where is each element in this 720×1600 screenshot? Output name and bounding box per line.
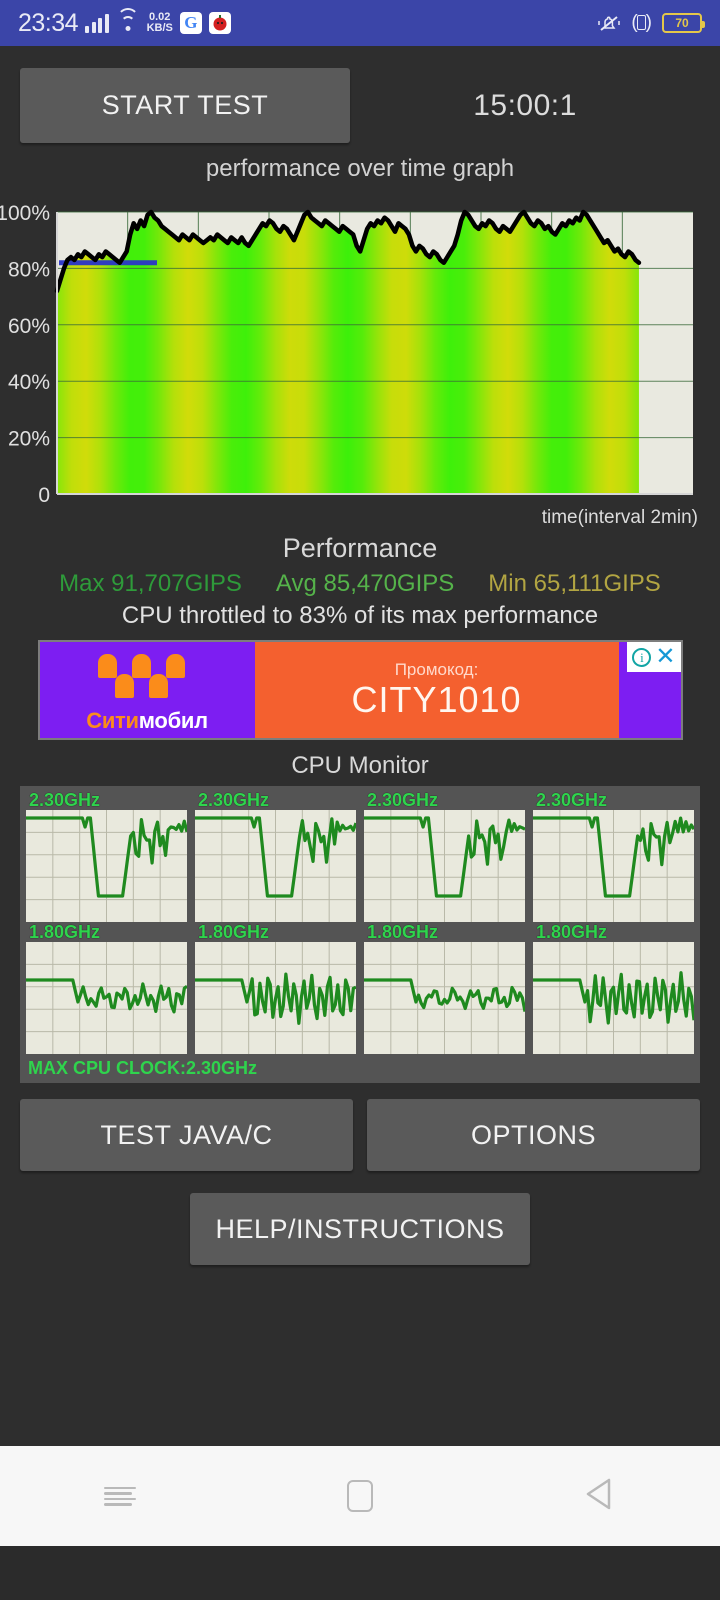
cpu-monitor-heading: CPU Monitor — [291, 752, 429, 779]
cpu-core-frequency-label: 1.80GHz — [29, 922, 101, 942]
chart-xaxis-label: time(interval 2min) — [541, 507, 698, 528]
recents-button[interactable] — [60, 1466, 180, 1526]
performance-avg: Avg 85,470GIPS — [275, 570, 455, 597]
ad-promo-label: Промокод: — [394, 660, 479, 679]
svg-text:40%: 40% — [8, 371, 50, 394]
cpu-core-frequency-label: 2.30GHz — [367, 790, 439, 810]
menu-icon — [104, 1484, 136, 1509]
cpu-core-graph — [364, 942, 525, 1054]
home-button[interactable] — [300, 1466, 420, 1526]
start-test-button[interactable]: START TEST — [20, 68, 350, 143]
ad-houses-icon — [40, 650, 255, 698]
help-instructions-button[interactable]: HELP/INSTRUCTIONS — [190, 1193, 530, 1265]
cpu-row-top: 2.30GHz 2.30GHz 2.30GHz 2.30GHz — [26, 790, 694, 922]
throttle-note: CPU throttled to 83% of its max performa… — [121, 602, 599, 629]
svg-text:20%: 20% — [8, 428, 50, 451]
status-bar-right: () 70 — [598, 12, 705, 34]
battery-indicator: 70 — [662, 13, 705, 33]
network-speed-unit: KB/S — [146, 22, 173, 34]
cpu-core-5: 1.80GHz — [195, 922, 356, 1054]
system-navigation-bar — [0, 1446, 720, 1546]
cpu-core-graph — [533, 810, 694, 922]
app-badge-icon — [208, 12, 231, 34]
performance-max: Max 91,707GIPS — [59, 570, 242, 597]
status-bar: 23:34 0.02 KB/S G () 70 — [0, 0, 720, 46]
ad-controls: i ✕ — [627, 642, 681, 672]
status-bar-left: 23:34 0.02 KB/S G — [18, 8, 231, 38]
ad-brand: Ситимобил — [86, 708, 208, 734]
ad-promo-area: Промокод: CITY1010 — [254, 642, 619, 738]
network-speed: 0.02 KB/S — [147, 12, 173, 34]
cpu-core-0: 2.30GHz — [26, 790, 187, 922]
svg-text:60%: 60% — [8, 315, 50, 338]
performance-chart: 0 20% 40% 60% 80% 100% time(interval 2min) — [0, 187, 720, 528]
vibrate-icon: () — [631, 12, 652, 33]
mute-bell-icon — [598, 13, 621, 33]
performance-heading: Performance — [282, 533, 438, 563]
ad-brand-part1: Сити — [86, 708, 139, 733]
google-icon: G — [179, 12, 202, 34]
cpu-core-1: 2.30GHz — [195, 790, 356, 922]
back-icon — [585, 1477, 615, 1516]
svg-text:100%: 100% — [0, 202, 50, 225]
cpu-core-frequency-label: 2.30GHz — [29, 790, 101, 810]
cpu-core-graph — [26, 942, 187, 1054]
cpu-core-graph — [195, 942, 356, 1054]
chart-title: performance over time graph — [205, 155, 515, 182]
battery-level: 70 — [675, 16, 689, 30]
cpu-core-graph — [195, 810, 356, 922]
cpu-core-7: 1.80GHz — [533, 922, 694, 1054]
cpu-core-2: 2.30GHz — [364, 790, 525, 922]
wifi-icon — [116, 8, 140, 33]
cpu-core-graph — [364, 810, 525, 922]
performance-min: Min 65,111GIPS — [488, 570, 661, 597]
back-button[interactable] — [540, 1466, 660, 1526]
cpu-core-3: 2.30GHz — [533, 790, 694, 922]
cpu-core-graph — [26, 810, 187, 922]
ad-banner[interactable]: Ситимобил Промокод: CITY1010 i ✕ — [37, 640, 683, 740]
svg-text:80%: 80% — [8, 258, 50, 281]
cpu-row-bottom: 1.80GHz 1.80GHz 1.80GHz 1.80GHz — [26, 922, 694, 1054]
app-root: START TEST 15:00:1 performance over time… — [0, 46, 720, 1546]
cpu-core-frequency-label: 1.80GHz — [536, 922, 608, 942]
performance-stats: Max 91,707GIPS Avg 85,470GIPS Min 65,111… — [0, 570, 720, 598]
test-timer: 15:00:1 — [473, 88, 577, 122]
top-controls: START TEST 15:00:1 — [0, 46, 720, 151]
performance-chart-svg: 0 20% 40% 60% 80% 100% — [0, 202, 693, 507]
ad-brand-part2: мобил — [138, 708, 208, 733]
max-cpu-clock-label: MAX CPU CLOCK:2.30GHz — [28, 1058, 258, 1078]
options-button[interactable]: OPTIONS — [367, 1099, 700, 1171]
info-icon[interactable]: i — [632, 647, 652, 667]
cpu-core-frequency-label: 2.30GHz — [536, 790, 608, 810]
cpu-monitor-panel: 2.30GHz 2.30GHz 2.30GHz 2.30GHz 1.80GHz 1.80… — [20, 786, 700, 1083]
home-icon — [347, 1480, 373, 1512]
cpu-core-frequency-label: 2.30GHz — [198, 790, 270, 810]
help-button-row: HELP/INSTRUCTIONS — [0, 1193, 720, 1265]
status-clock: 23:34 — [18, 8, 79, 37]
close-icon[interactable]: ✕ — [655, 645, 675, 669]
action-buttons-row: TEST JAVA/C OPTIONS — [0, 1083, 720, 1171]
signal-bars-icon — [85, 13, 109, 33]
cpu-core-6: 1.80GHz — [364, 922, 525, 1054]
cpu-core-4: 1.80GHz — [26, 922, 187, 1054]
svg-text:0: 0 — [38, 484, 50, 507]
test-java-c-button[interactable]: TEST JAVA/C — [20, 1099, 353, 1171]
cpu-core-graph — [533, 942, 694, 1054]
ad-logo-area: Ситимобил — [39, 642, 255, 738]
cpu-core-frequency-label: 1.80GHz — [367, 922, 439, 942]
cpu-core-frequency-label: 1.80GHz — [198, 922, 270, 942]
ad-promo-code: CITY1010 — [351, 679, 522, 720]
